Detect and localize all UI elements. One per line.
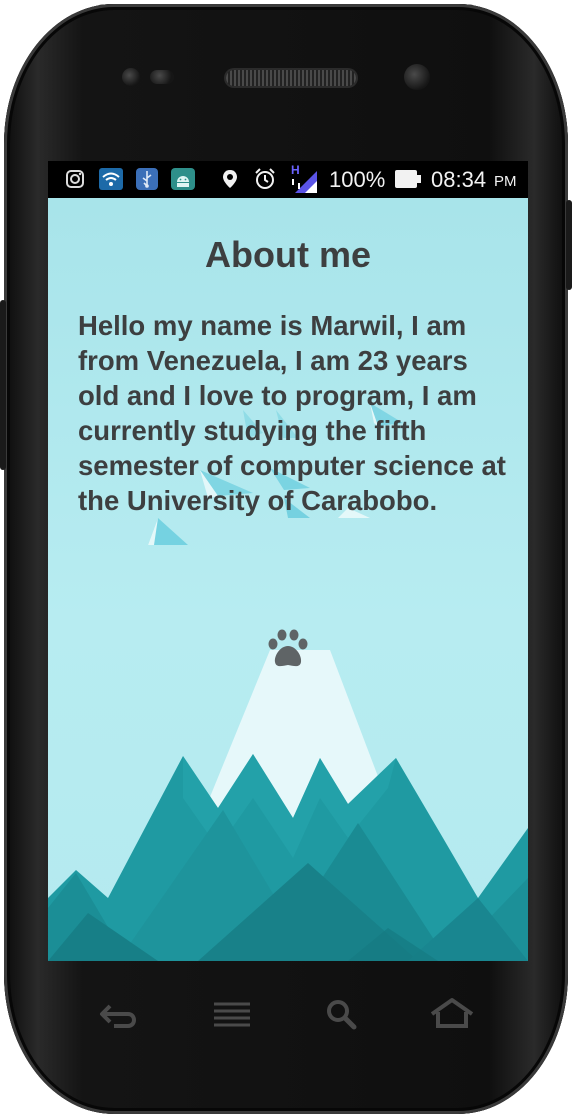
about-me-screen: About me Hello my name is Marwil, I am f… xyxy=(48,198,528,961)
alarm-icon xyxy=(255,168,275,189)
battery-percent: 100% xyxy=(329,167,386,192)
location-icon xyxy=(223,170,237,188)
bio-text: Hello my name is Marwil, I am from Venez… xyxy=(78,310,506,516)
front-sensor xyxy=(122,68,140,86)
android-icon xyxy=(171,168,195,190)
earpiece-speaker xyxy=(226,70,356,86)
home-icon[interactable] xyxy=(422,990,482,1040)
clock-time: 08:34 xyxy=(431,167,487,192)
power-button[interactable] xyxy=(566,200,572,290)
search-icon[interactable] xyxy=(312,990,372,1040)
back-icon[interactable] xyxy=(88,990,148,1040)
usb-debug-icon xyxy=(136,168,158,190)
hspa-signal-icon: H xyxy=(291,163,319,193)
menu-icon[interactable] xyxy=(202,990,262,1040)
volume-button[interactable] xyxy=(0,300,6,470)
instagram-icon xyxy=(66,170,84,188)
battery-icon xyxy=(395,170,421,188)
wifi-app-icon xyxy=(99,168,123,190)
front-camera xyxy=(404,64,430,90)
page-title: About me xyxy=(205,234,371,275)
paw-icon xyxy=(268,629,308,667)
hardware-nav-bar xyxy=(60,990,512,1040)
proximity-sensor xyxy=(150,70,174,84)
status-bar: H 100% 08:34 PM xyxy=(48,161,528,198)
clock-ampm: PM xyxy=(494,173,517,190)
